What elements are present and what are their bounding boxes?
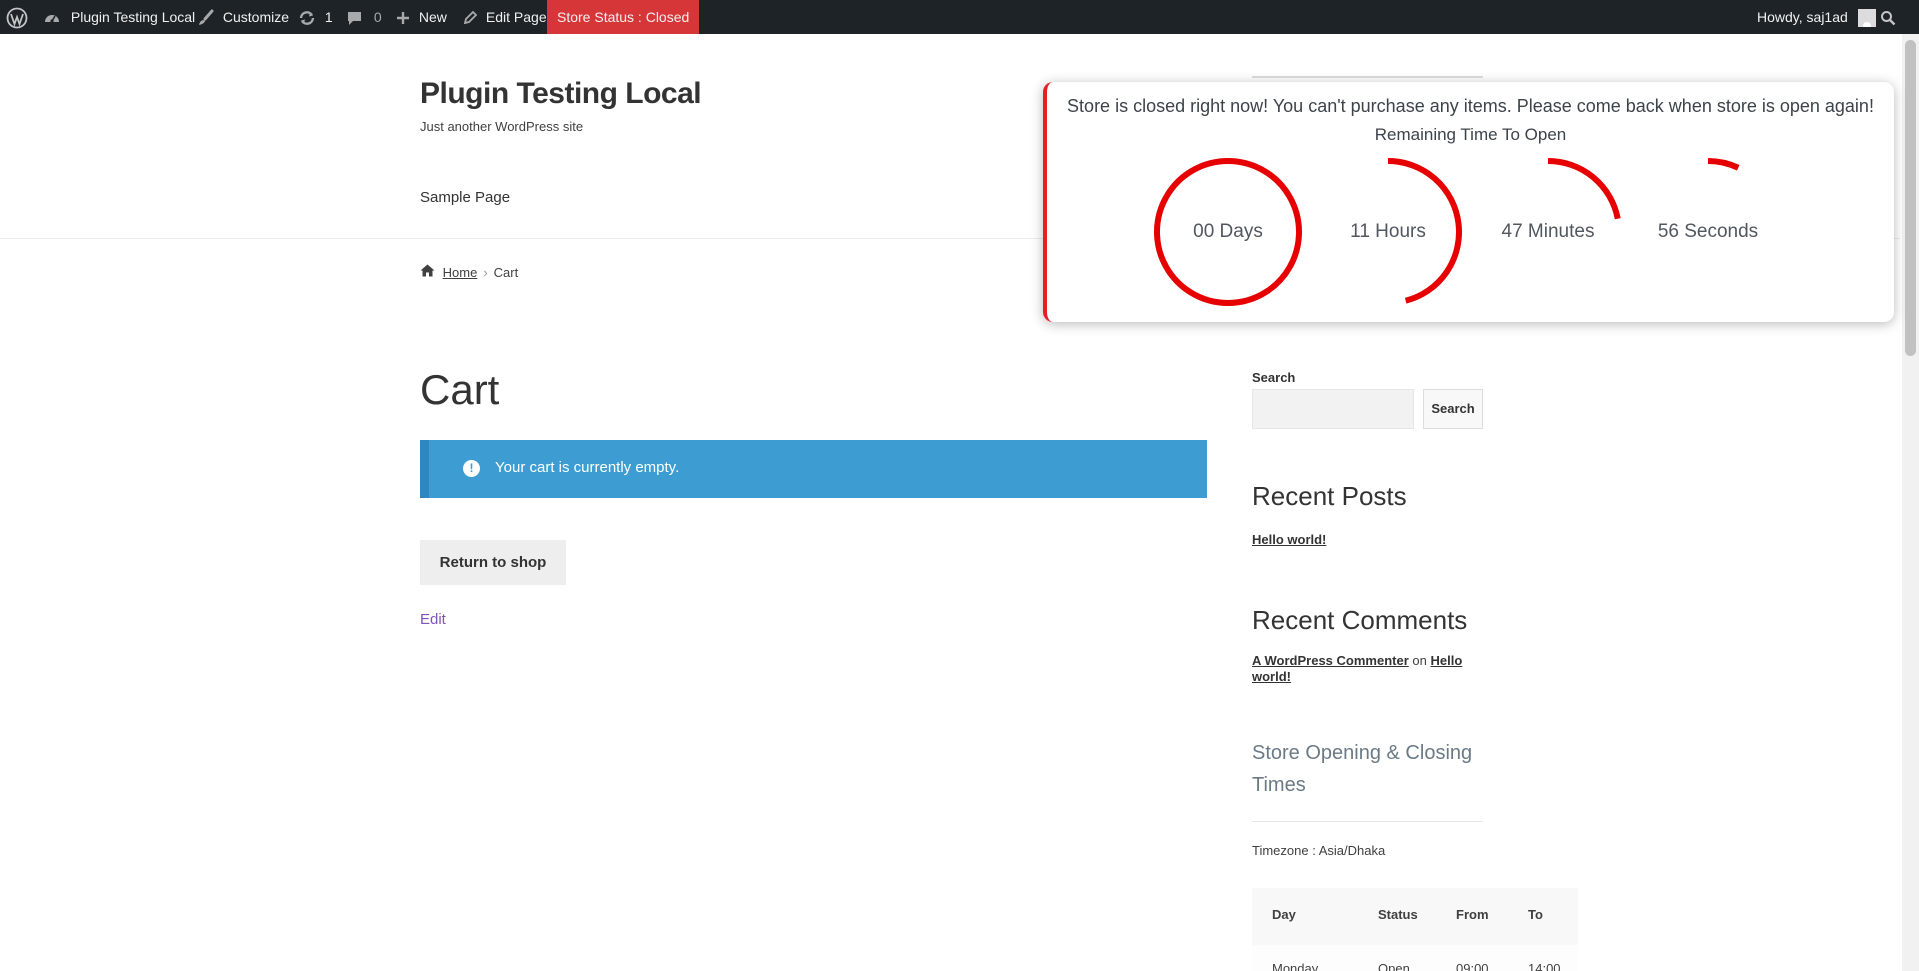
store-closed-popup: Store is closed right now! You can't pur… — [1043, 82, 1894, 322]
return-to-shop-button[interactable]: Return to shop — [420, 540, 566, 585]
table-cell-from: 09:00 — [1456, 961, 1489, 971]
countdown-hours: 11 Hours — [1308, 152, 1468, 312]
table-header-from: From — [1456, 907, 1489, 922]
table-cell-status: Open — [1378, 961, 1410, 971]
account-menu[interactable]: Howdy, saj1ad — [1757, 0, 1876, 34]
wordpress-logo-icon[interactable] — [6, 0, 28, 34]
plus-icon — [395, 9, 411, 25]
breadcrumb: Home › Cart — [420, 264, 518, 280]
remaining-time-label: Remaining Time To Open — [1374, 125, 1567, 144]
refresh-icon — [297, 9, 317, 26]
pencil-icon — [462, 9, 478, 25]
site-tagline: Just another WordPress site — [420, 119, 584, 134]
store-closed-message: Store is closed right now! You can't pur… — [1067, 96, 1874, 116]
countdown-hours-label: 11 Hours — [1350, 221, 1426, 242]
home-icon — [420, 264, 435, 280]
avatar-icon — [1857, 9, 1876, 28]
comments-button[interactable]: 0 — [346, 0, 382, 34]
paintbrush-icon — [197, 9, 215, 26]
updates-count: 1 — [324, 9, 333, 25]
search-widget-label: Search — [1252, 370, 1296, 385]
new-label: New — [418, 9, 447, 25]
recent-comments-title: Recent Comments — [1252, 605, 1468, 635]
store-hours-table: Day Status From To Monday Open 09:00 14:… — [1252, 888, 1578, 971]
breadcrumb-home-link[interactable]: Home — [443, 265, 478, 280]
countdown-seconds: 56 Seconds — [1628, 152, 1788, 312]
edit-page-link[interactable]: Edit — [420, 611, 446, 628]
edit-page-label: Edit Page — [485, 9, 547, 25]
edit-page-button[interactable]: Edit Page — [462, 0, 547, 34]
table-header-status: Status — [1378, 907, 1418, 922]
countdown-minutes: 47 Minutes — [1468, 152, 1628, 312]
comments-count: 0 — [373, 9, 382, 25]
comment-bubble-icon — [346, 9, 364, 26]
comment-author-link[interactable]: A WordPress Commenter — [1252, 653, 1409, 668]
customize-button[interactable]: Customize — [197, 0, 289, 34]
breadcrumb-separator: › — [483, 265, 488, 280]
search-button[interactable]: Search — [1423, 389, 1483, 429]
recent-comment-item: A WordPress Commenter on Hello world! — [1252, 653, 1477, 685]
table-cell-to: 14:00 — [1528, 961, 1561, 971]
search-input[interactable] — [1252, 389, 1414, 429]
page-scrollbar-thumb[interactable] — [1905, 40, 1916, 356]
breadcrumb-current: Cart — [493, 265, 519, 280]
header-cart-edge — [1252, 76, 1483, 78]
countdown-days: 00 Days — [1148, 152, 1308, 312]
countdown-minutes-label: 47 Minutes — [1501, 221, 1595, 242]
table-header-to: To — [1528, 907, 1543, 922]
countdown-seconds-label: 56 Seconds — [1657, 221, 1759, 242]
site-name-label: Plugin Testing Local — [70, 9, 196, 25]
page-title: Cart — [420, 366, 500, 413]
recent-post-link[interactable]: Hello world! — [1252, 532, 1326, 547]
customize-label: Customize — [222, 9, 290, 25]
comment-on-text: on — [1412, 653, 1427, 668]
updates-button[interactable]: 1 — [297, 0, 333, 34]
cart-empty-notice: ! Your cart is currently empty. — [420, 440, 1207, 498]
cart-empty-message: Your cart is currently empty. — [495, 459, 680, 476]
recent-posts-title: Recent Posts — [1252, 481, 1407, 511]
table-cell-day: Monday — [1272, 961, 1319, 971]
store-status-badge[interactable]: Store Status : Closed — [547, 0, 700, 34]
admin-bar: Plugin Testing Local Customize 1 0 New E… — [0, 0, 1919, 34]
store-hours-title: Store Opening & Closing Times — [1252, 742, 1473, 796]
search-icon[interactable] — [1880, 0, 1896, 34]
site-name-menu[interactable]: Plugin Testing Local — [43, 0, 195, 34]
new-content-button[interactable]: New — [395, 0, 447, 34]
dashboard-icon — [43, 9, 61, 25]
table-header-day: Day — [1272, 907, 1296, 922]
site-title[interactable]: Plugin Testing Local — [420, 77, 702, 111]
info-icon: ! — [463, 460, 480, 477]
nav-item-sample-page[interactable]: Sample Page — [420, 189, 510, 206]
store-hours-divider — [1252, 821, 1483, 822]
countdown-days-label: 00 Days — [1193, 221, 1263, 242]
timezone-text: Timezone : Asia/Dhaka — [1252, 843, 1386, 858]
howdy-label: Howdy, saj1ad — [1757, 9, 1848, 25]
